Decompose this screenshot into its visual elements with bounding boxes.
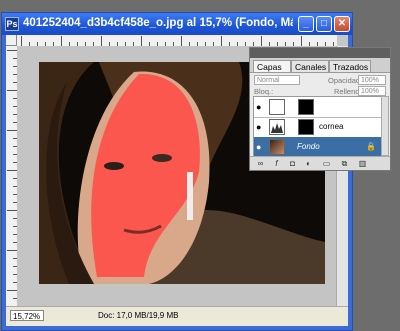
layer-thumbnail bbox=[269, 99, 285, 115]
layer-row-cornea[interactable]: ● cornea bbox=[254, 117, 382, 138]
fill-field[interactable]: 100% bbox=[358, 86, 386, 96]
panel-scrollbar[interactable] bbox=[381, 96, 389, 156]
ruler-tick bbox=[301, 36, 302, 46]
tab-label: Capas bbox=[257, 62, 282, 72]
ruler-tick bbox=[7, 250, 17, 251]
minimize-button[interactable]: _ bbox=[298, 16, 314, 32]
ruler-tick bbox=[181, 36, 182, 46]
ruler-tick bbox=[141, 36, 142, 46]
levels-adjustment-icon bbox=[269, 119, 285, 135]
ruler-tick bbox=[221, 36, 222, 46]
doc-size[interactable]: Doc: 17,0 MB/19,9 MB bbox=[98, 311, 178, 320]
lock-icon: 🔒 bbox=[366, 142, 376, 151]
trash-icon[interactable]: ▥ bbox=[358, 159, 367, 168]
ruler-tick bbox=[7, 210, 17, 211]
layers-panel: Capas × Canales Trazados Normal Opacidad… bbox=[249, 47, 391, 171]
layer-name: cornea bbox=[319, 122, 344, 131]
visibility-eye-icon[interactable]: ● bbox=[256, 142, 266, 152]
window-title: 401252404_d3b4cf458e_o.jpg al 15,7% (Fon… bbox=[23, 17, 293, 29]
layers-list: ● ● cornea ● Fondo 🔒 bbox=[253, 96, 383, 158]
group-icon[interactable]: ▭ bbox=[322, 159, 331, 168]
tab-canales[interactable]: Canales bbox=[291, 60, 329, 72]
title-bar[interactable]: Ps 401252404_d3b4cf458e_o.jpg al 15,7% (… bbox=[2, 13, 352, 35]
blend-mode-select[interactable]: Normal bbox=[254, 75, 300, 85]
layer-name: Fondo bbox=[297, 142, 320, 151]
layer-thumbnail bbox=[269, 139, 285, 155]
close-button[interactable]: ✕ bbox=[334, 16, 350, 32]
new-layer-icon[interactable]: ⧉ bbox=[340, 159, 349, 168]
panel-tabs: Capas × Canales Trazados bbox=[250, 58, 390, 84]
ruler-tick bbox=[21, 36, 22, 46]
layer-row-fondo[interactable]: ● Fondo 🔒 bbox=[254, 137, 382, 158]
mask-icon[interactable]: ◘ bbox=[288, 159, 297, 168]
ruler-tick bbox=[7, 290, 17, 291]
layer-mask-thumbnail bbox=[298, 99, 314, 115]
layer-row[interactable]: ● bbox=[254, 97, 382, 118]
link-icon[interactable]: ∞ bbox=[256, 159, 265, 168]
layer-mask-thumbnail bbox=[298, 119, 314, 135]
zoom-field[interactable]: 15,72% bbox=[10, 310, 44, 321]
ruler-tick bbox=[7, 50, 17, 51]
panel-footer: ∞ f ◘ ◐ ▭ ⧉ ▥ bbox=[250, 156, 390, 170]
ruler-tick bbox=[7, 90, 17, 91]
panel-grip[interactable] bbox=[250, 48, 390, 58]
tab-capas[interactable]: Capas × bbox=[253, 60, 291, 84]
ruler-tick bbox=[7, 130, 17, 131]
ruler-tick bbox=[261, 36, 262, 46]
status-bar: 15,72% Doc: 17,0 MB/19,9 MB bbox=[6, 306, 348, 326]
tab-trazados[interactable]: Trazados bbox=[329, 60, 371, 72]
fx-icon[interactable]: f bbox=[272, 159, 281, 168]
photoshop-icon: Ps bbox=[5, 17, 19, 31]
adjustment-icon[interactable]: ◐ bbox=[304, 159, 313, 168]
lock-label: Bloq.: bbox=[254, 87, 274, 96]
opacity-field[interactable]: 100% bbox=[358, 75, 386, 85]
ruler-corner[interactable] bbox=[6, 35, 17, 46]
ruler-tick bbox=[101, 36, 102, 46]
visibility-eye-icon[interactable]: ● bbox=[256, 122, 266, 132]
visibility-eye-icon[interactable]: ● bbox=[256, 102, 266, 112]
ruler-tick bbox=[7, 170, 17, 171]
ruler-tick bbox=[61, 36, 62, 46]
maximize-button[interactable]: □ bbox=[316, 16, 332, 32]
